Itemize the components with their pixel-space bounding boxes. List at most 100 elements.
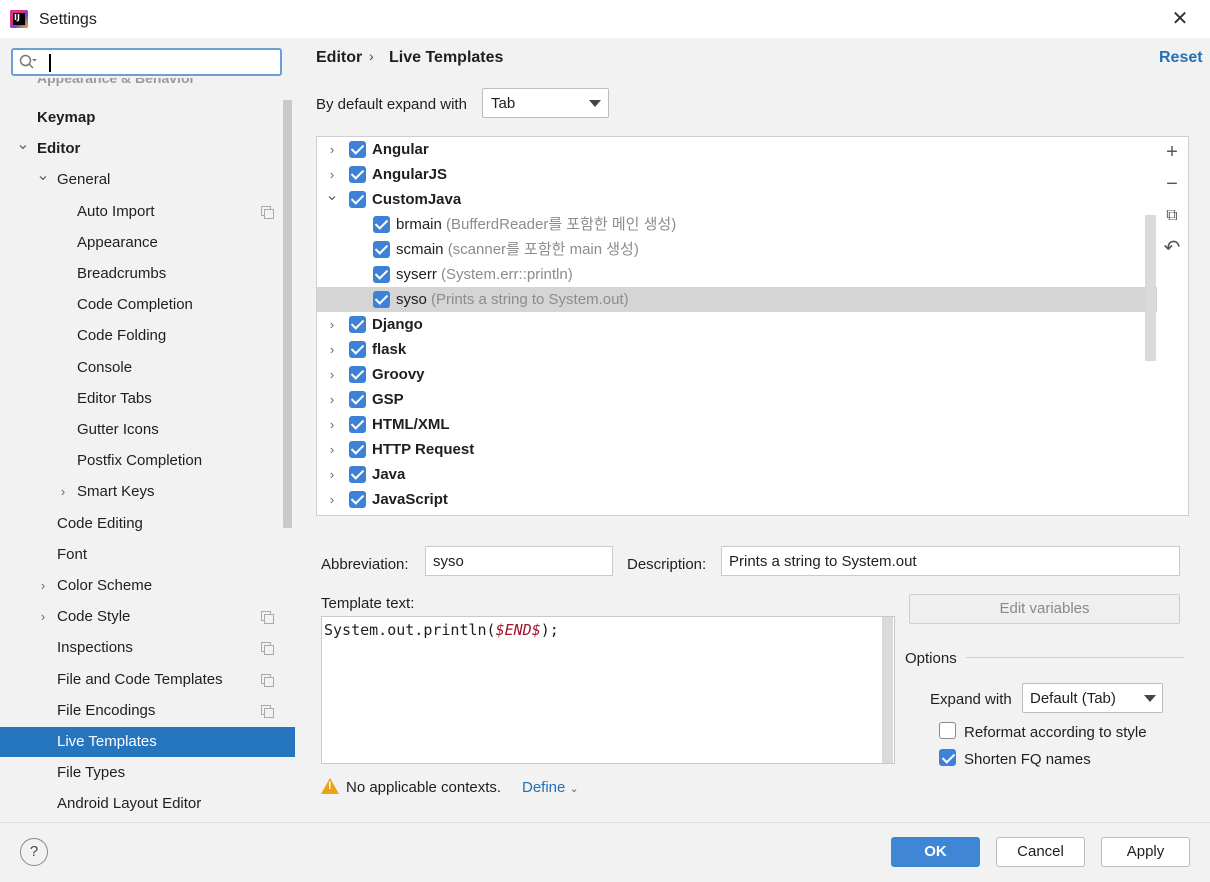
- sidebar-item-editor-tabs[interactable]: Editor Tabs: [0, 384, 285, 414]
- close-window-button[interactable]: ✕: [1168, 8, 1192, 30]
- revert-icon[interactable]: ↶: [1162, 238, 1182, 258]
- sidebar-item-breadcrumbs[interactable]: Breadcrumbs: [0, 259, 285, 289]
- abbreviation-label: Abbreviation:: [321, 556, 409, 573]
- template-item[interactable]: syserr (System.err::println): [317, 262, 1157, 287]
- sidebar-item-live-templates[interactable]: Live Templates: [0, 727, 295, 757]
- sidebar-item-smart-keys[interactable]: › Smart Keys: [0, 477, 285, 507]
- template-checkbox[interactable]: [349, 491, 366, 508]
- chevron-right-icon[interactable]: ›: [36, 571, 50, 601]
- intellij-app-icon: IJ: [10, 10, 28, 28]
- template-checkbox[interactable]: [373, 241, 390, 258]
- cancel-button[interactable]: Cancel: [996, 837, 1085, 867]
- sidebar-item-file-and-code-templates[interactable]: File and Code Templates: [0, 665, 285, 695]
- chevron-down-icon[interactable]: ⌄: [36, 161, 50, 191]
- chevron-right-icon[interactable]: ›: [56, 477, 70, 507]
- template-checkbox[interactable]: [349, 141, 366, 158]
- sidebar-item-code-completion[interactable]: Code Completion: [0, 290, 285, 320]
- template-group[interactable]: › HTML/XML: [317, 412, 1157, 437]
- template-checkbox[interactable]: [349, 191, 366, 208]
- copy-icon[interactable]: ⧉: [1162, 206, 1182, 226]
- template-description: (scanner를 포함한 main 생성): [447, 241, 639, 258]
- reset-link[interactable]: Reset: [1159, 49, 1203, 67]
- reformat-checkbox[interactable]: [939, 722, 956, 739]
- sidebar-item-font[interactable]: Font: [0, 540, 285, 570]
- template-checkbox[interactable]: [373, 291, 390, 308]
- search-input[interactable]: [11, 48, 282, 76]
- sidebar-item-color-scheme[interactable]: › Color Scheme: [0, 571, 285, 601]
- chevron-right-icon[interactable]: ›: [325, 437, 339, 462]
- chevron-right-icon[interactable]: ›: [325, 362, 339, 387]
- breadcrumb-editor: Editor: [316, 49, 363, 66]
- help-button[interactable]: ?: [20, 838, 48, 866]
- template-group[interactable]: › flask: [317, 337, 1157, 362]
- chevron-right-icon[interactable]: ›: [325, 487, 339, 512]
- chevron-right-icon[interactable]: ›: [325, 137, 339, 162]
- template-group[interactable]: › Django: [317, 312, 1157, 337]
- sidebar-item-auto-import[interactable]: Auto Import: [0, 197, 285, 227]
- sidebar-item-inspections[interactable]: Inspections: [0, 633, 285, 663]
- template-scrollbar[interactable]: [882, 617, 893, 763]
- template-checkbox[interactable]: [349, 366, 366, 383]
- sidebar-item-keymap[interactable]: Keymap: [0, 103, 285, 133]
- sidebar-scrollbar[interactable]: [283, 100, 292, 528]
- template-group[interactable]: › HTTP Request: [317, 437, 1157, 462]
- chevron-right-icon[interactable]: ›: [325, 312, 339, 337]
- sidebar-item-android-layout-editor[interactable]: Android Layout Editor: [0, 789, 285, 819]
- template-item[interactable]: brmain (BufferdReader를 포함한 메인 생성): [317, 212, 1157, 237]
- sidebar-item-gutter-icons[interactable]: Gutter Icons: [0, 415, 285, 445]
- template-checkbox[interactable]: [349, 341, 366, 358]
- chevron-down-icon[interactable]: ⌄: [325, 183, 339, 208]
- sidebar-item-appearance-behavior[interactable]: Appearance & Behavior: [37, 78, 195, 90]
- template-group[interactable]: › GSP: [317, 387, 1157, 412]
- chevron-right-icon[interactable]: ›: [325, 337, 339, 362]
- sidebar-item-file-encodings[interactable]: File Encodings: [0, 696, 285, 726]
- template-checkbox[interactable]: [373, 266, 390, 283]
- template-group[interactable]: › AngularJS: [317, 162, 1157, 187]
- sidebar-item-appearance[interactable]: Appearance: [0, 228, 285, 258]
- sidebar-item-code-style[interactable]: › Code Style: [0, 602, 285, 632]
- template-checkbox[interactable]: [349, 441, 366, 458]
- expand-default-select[interactable]: Tab: [482, 88, 609, 118]
- sidebar-item-code-folding[interactable]: Code Folding: [0, 321, 285, 351]
- template-checkbox[interactable]: [349, 416, 366, 433]
- add-icon[interactable]: +: [1162, 142, 1182, 162]
- sidebar-item-postfix-completion[interactable]: Postfix Completion: [0, 446, 285, 476]
- chevron-down-icon[interactable]: ⌄: [16, 130, 30, 160]
- edit-variables-button[interactable]: Edit variables: [909, 594, 1180, 624]
- sidebar-item-code-editing[interactable]: Code Editing: [0, 509, 285, 539]
- sidebar-item-editor[interactable]: ⌄ Editor: [0, 134, 285, 164]
- templates-tree: › Angular › AngularJS ⌄ CustomJava brmain (Buf…: [316, 136, 1189, 516]
- template-item[interactable]: syso (Prints a string to System.out): [317, 287, 1157, 312]
- ok-button[interactable]: OK: [891, 837, 980, 867]
- sidebar-item-general[interactable]: ⌄ General: [0, 165, 285, 195]
- template-text-editor[interactable]: System.out.println($END$);: [321, 616, 895, 764]
- template-checkbox[interactable]: [349, 316, 366, 333]
- template-checkbox[interactable]: [349, 466, 366, 483]
- abbreviation-input[interactable]: syso: [425, 546, 613, 576]
- sidebar-item-file-types[interactable]: File Types: [0, 758, 285, 788]
- chevron-right-icon[interactable]: ›: [325, 412, 339, 437]
- template-group[interactable]: › Java: [317, 462, 1157, 487]
- template-checkbox[interactable]: [373, 216, 390, 233]
- expand-with-select[interactable]: Default (Tab): [1022, 683, 1163, 713]
- template-text: HTTP Request: [372, 437, 474, 462]
- chevron-down-icon: [589, 100, 601, 107]
- template-group[interactable]: › Angular: [317, 137, 1157, 162]
- chevron-right-icon[interactable]: ›: [325, 462, 339, 487]
- remove-icon[interactable]: −: [1162, 174, 1182, 194]
- sidebar-item-label: Postfix Completion: [77, 452, 203, 470]
- define-link[interactable]: Define ⌄: [522, 779, 579, 796]
- sidebar-item-console[interactable]: Console: [0, 353, 285, 383]
- chevron-right-icon[interactable]: ›: [36, 602, 50, 632]
- template-checkbox[interactable]: [349, 391, 366, 408]
- shorten-fq-checkbox[interactable]: [939, 749, 956, 766]
- template-checkbox[interactable]: [349, 166, 366, 183]
- template-group[interactable]: ⌄ CustomJava: [317, 187, 1157, 212]
- template-item[interactable]: scmain (scanner를 포함한 main 생성): [317, 237, 1157, 262]
- chevron-right-icon[interactable]: ›: [325, 387, 339, 412]
- description-input[interactable]: Prints a string to System.out: [721, 546, 1180, 576]
- template-group[interactable]: › Groovy: [317, 362, 1157, 387]
- sidebar-item-label: Live Templates: [57, 733, 157, 750]
- apply-button[interactable]: Apply: [1101, 837, 1190, 867]
- template-group[interactable]: › JavaScript: [317, 487, 1157, 512]
